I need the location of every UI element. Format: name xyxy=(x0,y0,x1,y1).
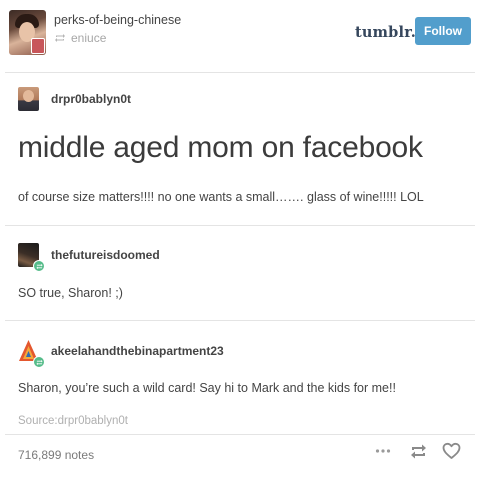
divider xyxy=(5,72,475,73)
reblogged-from-link[interactable]: eniuce xyxy=(71,31,106,45)
notes-count[interactable]: 716,899 notes xyxy=(18,448,94,462)
tumblr-logo[interactable]: tumblr. xyxy=(355,24,416,41)
reblog-source: eniuce xyxy=(54,31,106,45)
username-link[interactable]: akeelahandthebinapartment23 xyxy=(51,344,224,358)
source-link[interactable]: Source:drpr0bablyn0t xyxy=(18,415,128,427)
post-header: perks-of-being-chinese eniuce tumblr. Fo… xyxy=(0,0,480,64)
username-link[interactable]: thefutureisdoomed xyxy=(51,248,160,262)
more-icon[interactable] xyxy=(375,446,391,456)
blog-name-link[interactable]: perks-of-being-chinese xyxy=(54,13,181,27)
post-author-row: thefutureisdoomed xyxy=(18,243,160,272)
follow-button[interactable]: Follow xyxy=(415,17,471,45)
post-body-text: Sharon, you’re such a wild card! Say hi … xyxy=(18,381,396,395)
post-author-row: akeelahandthebinapartment23 xyxy=(18,339,224,368)
post-author-row: drpr0bablyn0t xyxy=(18,87,131,111)
username-link[interactable]: drpr0bablyn0t xyxy=(51,92,131,106)
divider xyxy=(5,434,475,435)
post-title: middle aged mom on facebook xyxy=(18,131,423,164)
user-avatar[interactable] xyxy=(18,87,39,111)
user-avatar[interactable] xyxy=(18,339,45,368)
reblog-badge-icon xyxy=(33,260,45,272)
post-body-text: SO true, Sharon! ;) xyxy=(18,286,123,300)
user-avatar[interactable] xyxy=(18,243,45,272)
post-body-text: of course size matters!!!! no one wants … xyxy=(18,190,424,204)
reblog-badge-icon xyxy=(33,356,45,368)
divider xyxy=(5,320,475,321)
heart-icon[interactable] xyxy=(442,442,461,460)
reblog-icon[interactable] xyxy=(409,443,428,460)
blog-avatar[interactable] xyxy=(9,10,46,55)
divider xyxy=(5,225,475,226)
reblog-small-icon xyxy=(55,34,65,42)
